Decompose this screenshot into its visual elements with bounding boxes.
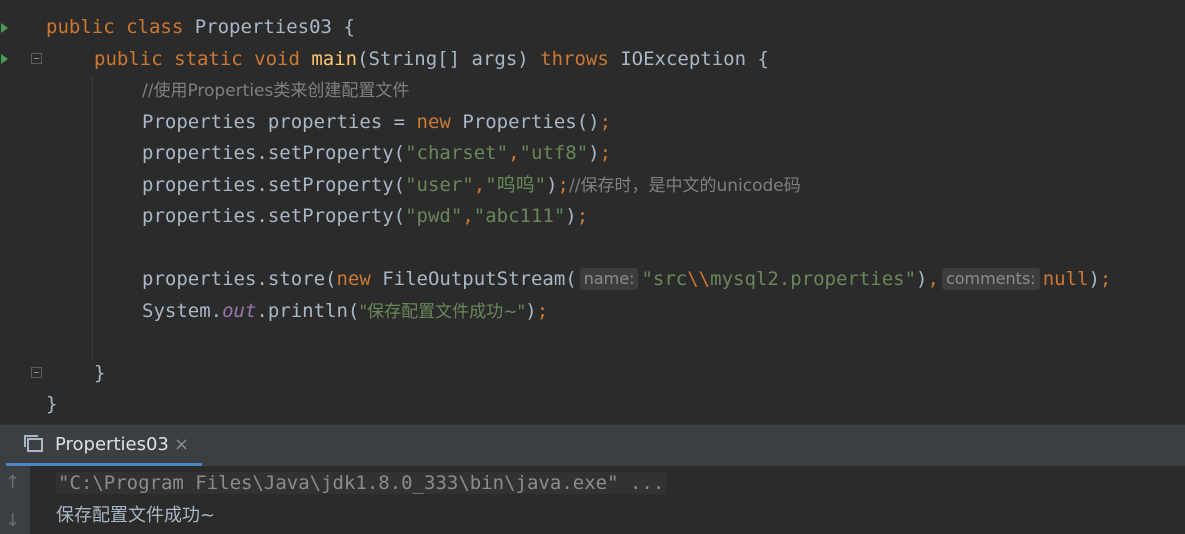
run-class-icon[interactable] — [1, 23, 8, 33]
code-line-set-charset: properties.setProperty("charset","utf8")… — [142, 142, 612, 164]
code-line-println: System.out.println("保存配置文件成功~"); — [142, 300, 549, 322]
up-arrow-icon[interactable]: ↑ — [5, 472, 20, 493]
run-side-toolbar: ↑ ↓ — [0, 466, 30, 534]
run-tab-properties03[interactable]: Properties03 × — [6, 425, 202, 466]
run-main-icon[interactable] — [1, 54, 8, 64]
code-editor[interactable]: public class Properties03 { public stati… — [0, 0, 1185, 424]
code-line-main-declaration: public static void main(String[] args) t… — [94, 48, 769, 70]
close-icon[interactable]: × — [174, 434, 189, 455]
code-line-store: properties.store(new FileOutputStream(na… — [142, 268, 1112, 290]
code-line-close-class: } — [46, 393, 58, 415]
console-output-line: 保存配置文件成功~ — [56, 505, 216, 526]
run-tab-bar: Properties03 × — [0, 425, 1185, 466]
code-line-comment: //使用Properties类来创建配置文件 — [142, 81, 410, 101]
parameter-hint-comments: comments: — [941, 268, 1040, 290]
fold-method-icon[interactable] — [31, 53, 42, 64]
indent-guide — [92, 76, 93, 359]
code-line-class-declaration: public class Properties03 { — [46, 16, 355, 38]
console-icon — [24, 435, 43, 452]
code-line-set-user: properties.setProperty("user","呜呜");//保存… — [142, 174, 801, 196]
run-tab-label: Properties03 — [55, 434, 169, 455]
code-line-new-properties: Properties properties = new Properties()… — [142, 111, 612, 133]
down-arrow-icon[interactable]: ↓ — [5, 510, 20, 531]
editor-gutter — [0, 0, 44, 424]
run-tool-window: Properties03 × ↑ ↓ "C:\Program Files\Jav… — [0, 424, 1185, 534]
code-line-set-pwd: properties.setProperty("pwd","abc111"); — [142, 205, 589, 227]
code-line-close-method: } — [94, 362, 106, 384]
fold-end-method-icon[interactable] — [31, 367, 42, 378]
parameter-hint-name: name: — [579, 268, 639, 290]
console-command-line[interactable]: "C:\Program Files\Java\jdk1.8.0_333\bin\… — [56, 468, 667, 498]
